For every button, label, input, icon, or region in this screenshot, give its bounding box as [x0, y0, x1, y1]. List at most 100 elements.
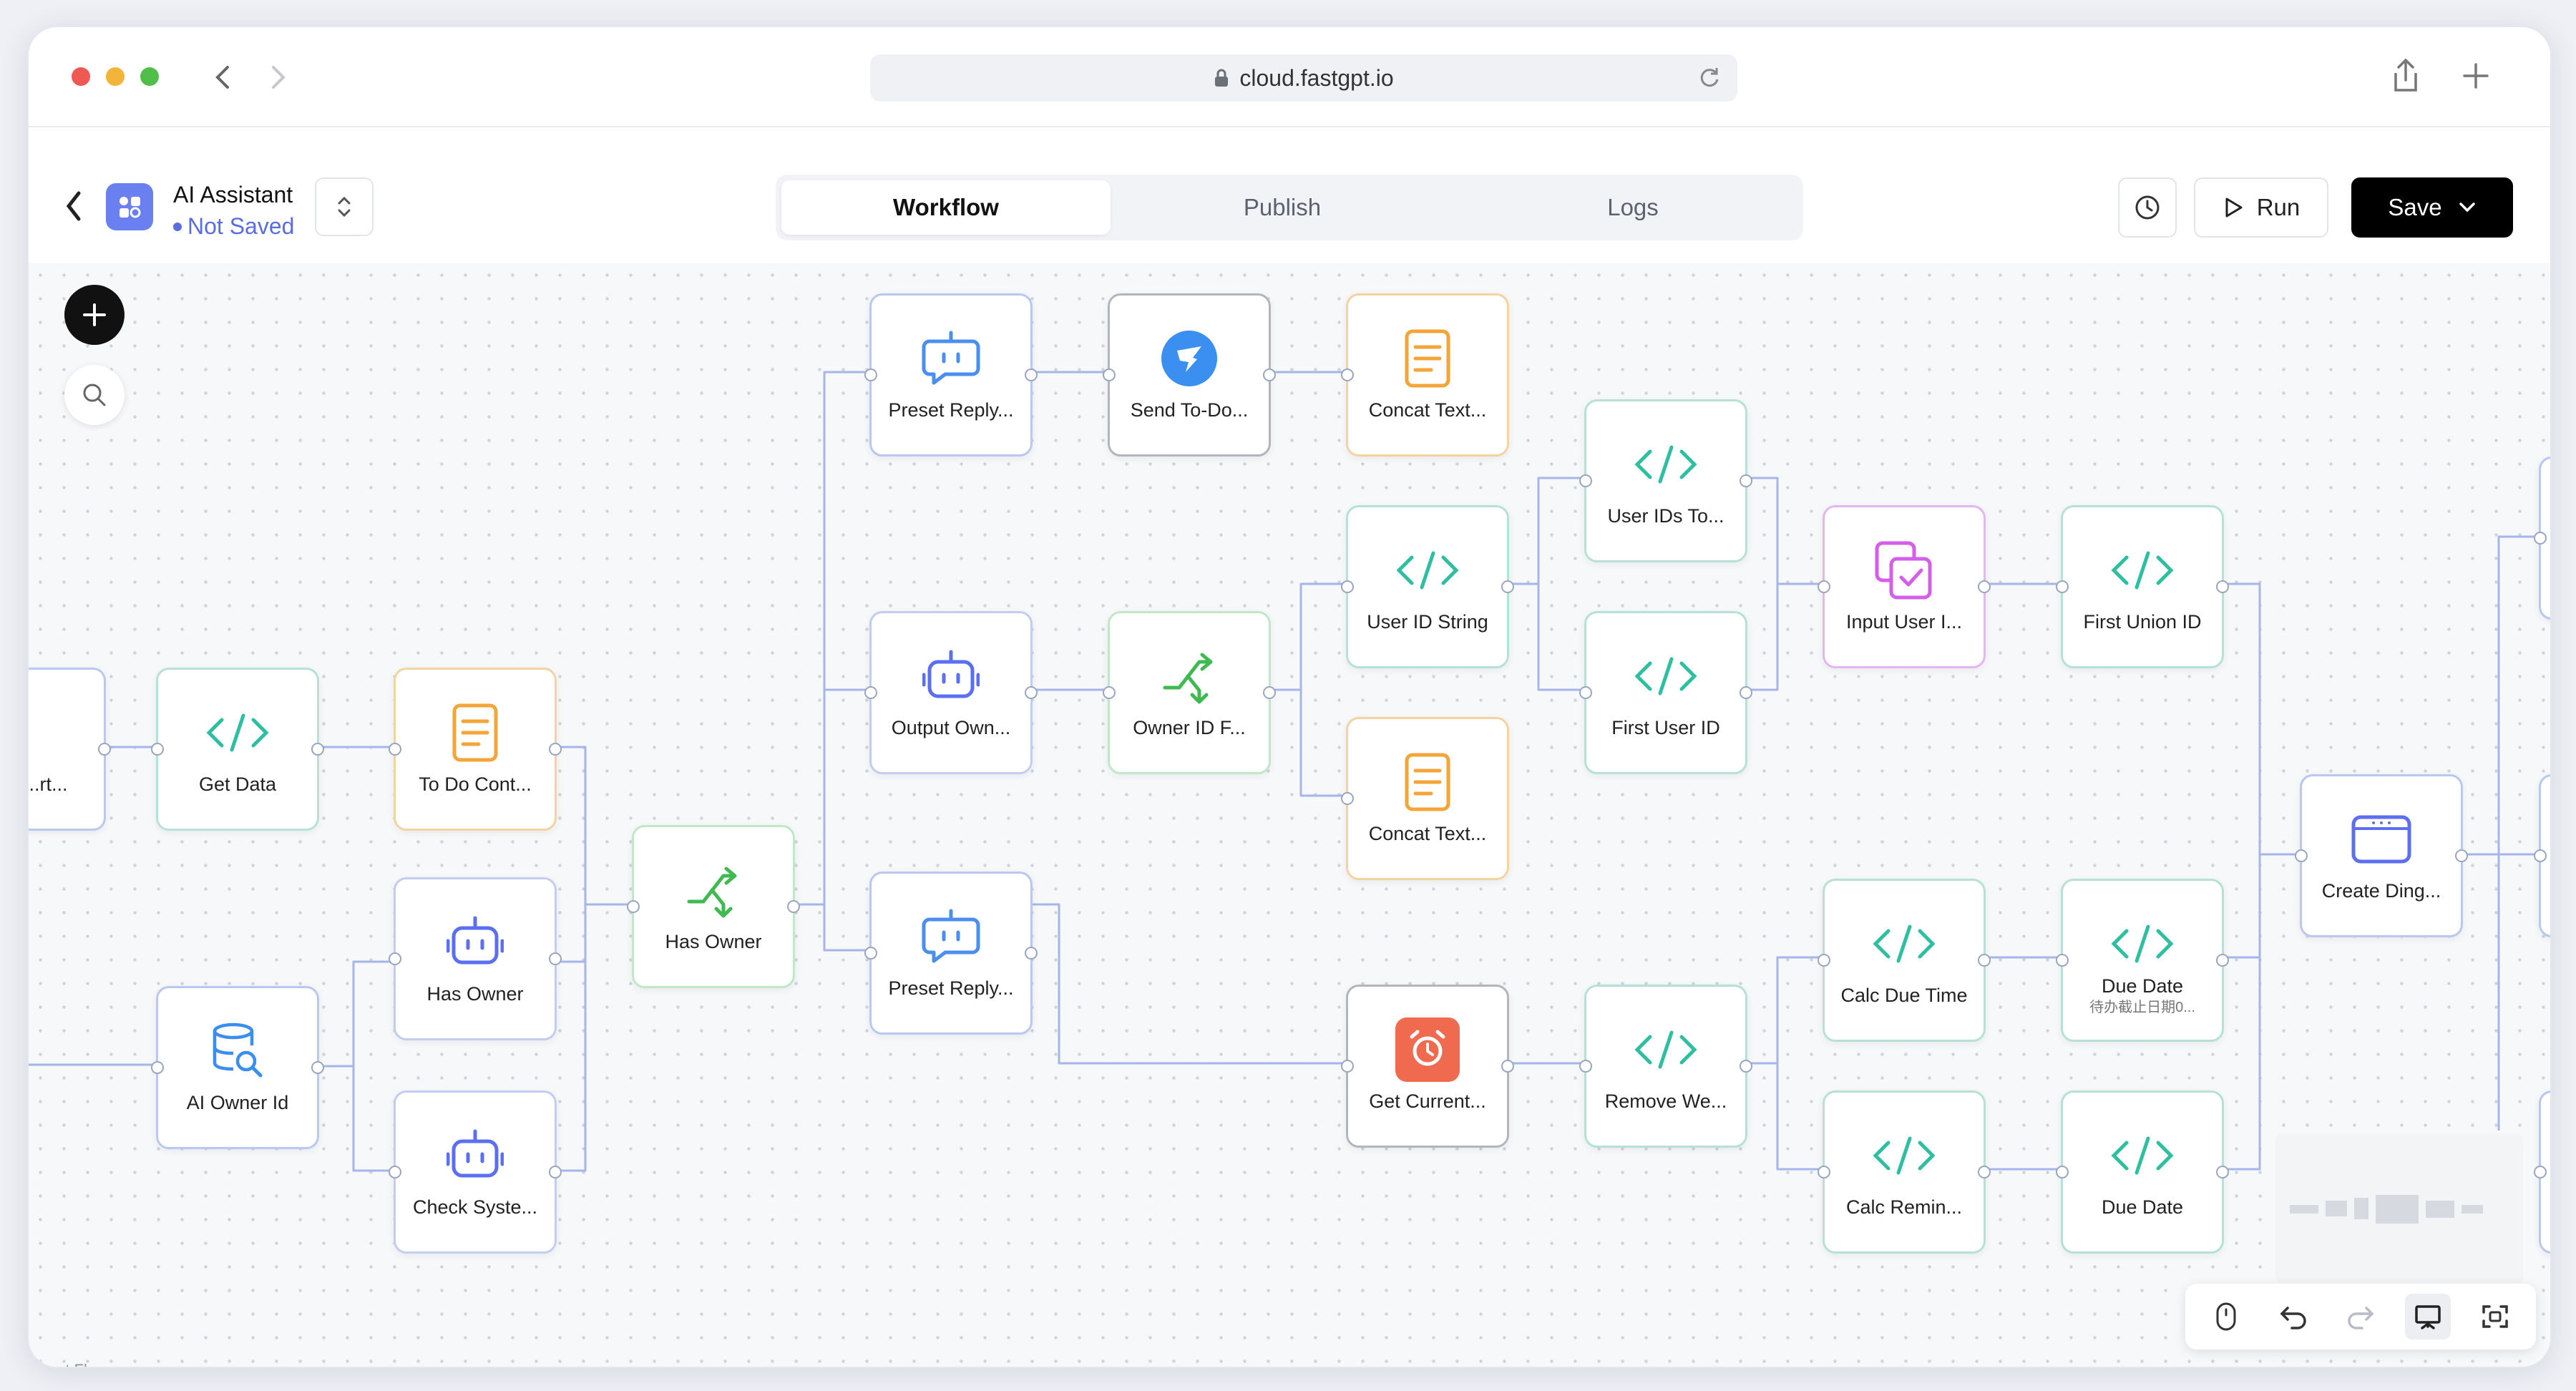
node-handle[interactable] [2056, 954, 2069, 967]
node-todo-content[interactable]: To Do Cont... [389, 668, 562, 831]
minimap[interactable] [2275, 1133, 2523, 1284]
node-handle[interactable] [1978, 954, 1991, 967]
node-get-current-time[interactable]: Get Current... [1341, 985, 1514, 1148]
node-handle[interactable] [1740, 1060, 1752, 1073]
node-handle[interactable] [864, 686, 877, 699]
node-handle[interactable] [1341, 369, 1354, 381]
mouse-mode-button[interactable] [2203, 1294, 2249, 1339]
node-handle[interactable] [1341, 1060, 1354, 1073]
node-handle[interactable] [1025, 947, 1038, 960]
forward-arrow-icon[interactable] [265, 63, 291, 92]
workflow-node[interactable] [2534, 457, 2550, 620]
node-handle[interactable] [1103, 369, 1116, 381]
save-button[interactable]: Save [2351, 177, 2513, 238]
tab-logs[interactable]: Logs [1468, 180, 1797, 235]
node-handle[interactable] [1978, 1166, 1991, 1178]
node-handle[interactable] [389, 1166, 401, 1178]
node-handle[interactable] [1818, 1166, 1830, 1178]
node-ai-owner-id[interactable]: AI Owner Id [151, 986, 324, 1149]
node-handle[interactable] [2216, 580, 2229, 593]
node-handle[interactable] [549, 743, 562, 756]
node-handle[interactable] [151, 743, 164, 756]
add-node-button[interactable] [64, 285, 125, 345]
node-handle[interactable] [389, 952, 401, 965]
node-handle[interactable] [864, 369, 877, 381]
node-first-user-id[interactable]: First User ID [1579, 611, 1752, 774]
node-handle[interactable] [627, 900, 640, 913]
node-has-owner-ai[interactable]: Has Owner [389, 877, 562, 1040]
node-handle[interactable] [98, 743, 111, 756]
node-handle[interactable] [864, 947, 877, 960]
node-handle[interactable] [1501, 580, 1514, 593]
node-handle[interactable] [1579, 1060, 1592, 1073]
node-first-union-id[interactable]: First Union ID [2056, 505, 2229, 668]
node-handle[interactable] [1740, 474, 1752, 487]
search-node-button[interactable] [64, 365, 125, 425]
node-remove-weekend[interactable]: Remove We... [1579, 985, 1752, 1148]
node-input-user-id[interactable]: Input User I... [1818, 505, 1991, 668]
run-button[interactable]: Run [2194, 177, 2328, 238]
reload-icon[interactable] [1697, 66, 1722, 90]
address-bar[interactable]: cloud.fastgpt.io [870, 54, 1737, 102]
node-preset-reply-2[interactable]: Preset Reply... [864, 872, 1038, 1035]
node-get-data[interactable]: Get Data [151, 668, 324, 831]
node-handle[interactable] [1103, 686, 1116, 699]
share-icon[interactable] [2390, 57, 2421, 94]
workflow-node[interactable] [2534, 774, 2550, 937]
node-handle[interactable] [1740, 686, 1752, 699]
node-handle[interactable] [2056, 1166, 2069, 1178]
node-has-owner-branch[interactable]: Has Owner [627, 825, 800, 988]
node-user-ids-to[interactable]: User IDs To... [1579, 399, 1752, 562]
node-create-ding[interactable]: Create Ding... [2295, 774, 2468, 937]
node-handle[interactable] [1579, 686, 1592, 699]
back-arrow-icon[interactable] [210, 63, 236, 92]
node-handle[interactable] [1978, 580, 1991, 593]
undo-button[interactable] [2270, 1294, 2316, 1339]
node-handle[interactable] [2534, 1166, 2547, 1178]
node-preset-reply-1[interactable]: Preset Reply... [864, 293, 1038, 457]
node-calc-due-time[interactable]: Calc Due Time [1818, 879, 1991, 1042]
node-due-date-2[interactable]: Due Date [2056, 1090, 2229, 1254]
node-handle[interactable] [549, 1166, 562, 1178]
node-handle[interactable] [311, 743, 324, 756]
workflow-node[interactable] [2534, 1090, 2550, 1254]
node-handle[interactable] [549, 952, 562, 965]
node-handle[interactable] [1579, 474, 1592, 487]
node-handle[interactable] [1818, 580, 1830, 593]
redo-button[interactable] [2338, 1294, 2384, 1339]
workflow-node[interactable]: ...rt... [29, 668, 111, 831]
node-handle[interactable] [2534, 532, 2547, 545]
node-handle[interactable] [1501, 1060, 1514, 1073]
node-handle[interactable] [787, 900, 800, 913]
tab-publish[interactable]: Publish [1118, 180, 1447, 235]
node-calc-reminder[interactable]: Calc Remin... [1818, 1090, 1991, 1254]
node-handle[interactable] [1341, 792, 1354, 805]
node-check-system[interactable]: Check Syste... [389, 1090, 562, 1254]
node-handle[interactable] [389, 743, 401, 756]
node-handle[interactable] [2056, 580, 2069, 593]
new-tab-icon[interactable] [2462, 62, 2490, 90]
node-handle[interactable] [2216, 1166, 2229, 1178]
tab-workflow[interactable]: Workflow [781, 180, 1111, 235]
history-button[interactable] [2118, 177, 2177, 238]
node-handle[interactable] [1263, 369, 1276, 381]
node-handle[interactable] [311, 1061, 324, 1074]
node-handle[interactable] [151, 1061, 164, 1074]
node-output-owner[interactable]: Output Own... [864, 611, 1038, 774]
app-switcher-button[interactable] [315, 177, 374, 236]
node-user-id-string[interactable]: User ID String [1341, 505, 1514, 668]
toggle-minimap-button[interactable] [2405, 1294, 2451, 1339]
react-flow-attribution[interactable]: React Flow [29, 1361, 107, 1367]
node-handle[interactable] [1025, 369, 1038, 381]
node-handle[interactable] [2295, 849, 2308, 862]
node-handle[interactable] [2455, 849, 2468, 862]
node-due-date-1[interactable]: Due Date 待办截止日期0... [2056, 879, 2229, 1042]
close-window-button[interactable] [72, 67, 90, 86]
node-concat-text-1[interactable]: Concat Text... [1341, 293, 1509, 457]
zoom-window-button[interactable] [140, 67, 159, 86]
minimize-window-button[interactable] [106, 67, 125, 86]
node-handle[interactable] [1025, 686, 1038, 699]
node-send-todo[interactable]: Send To-Do... [1103, 293, 1276, 457]
node-handle[interactable] [1818, 954, 1830, 967]
node-handle[interactable] [2534, 849, 2547, 862]
